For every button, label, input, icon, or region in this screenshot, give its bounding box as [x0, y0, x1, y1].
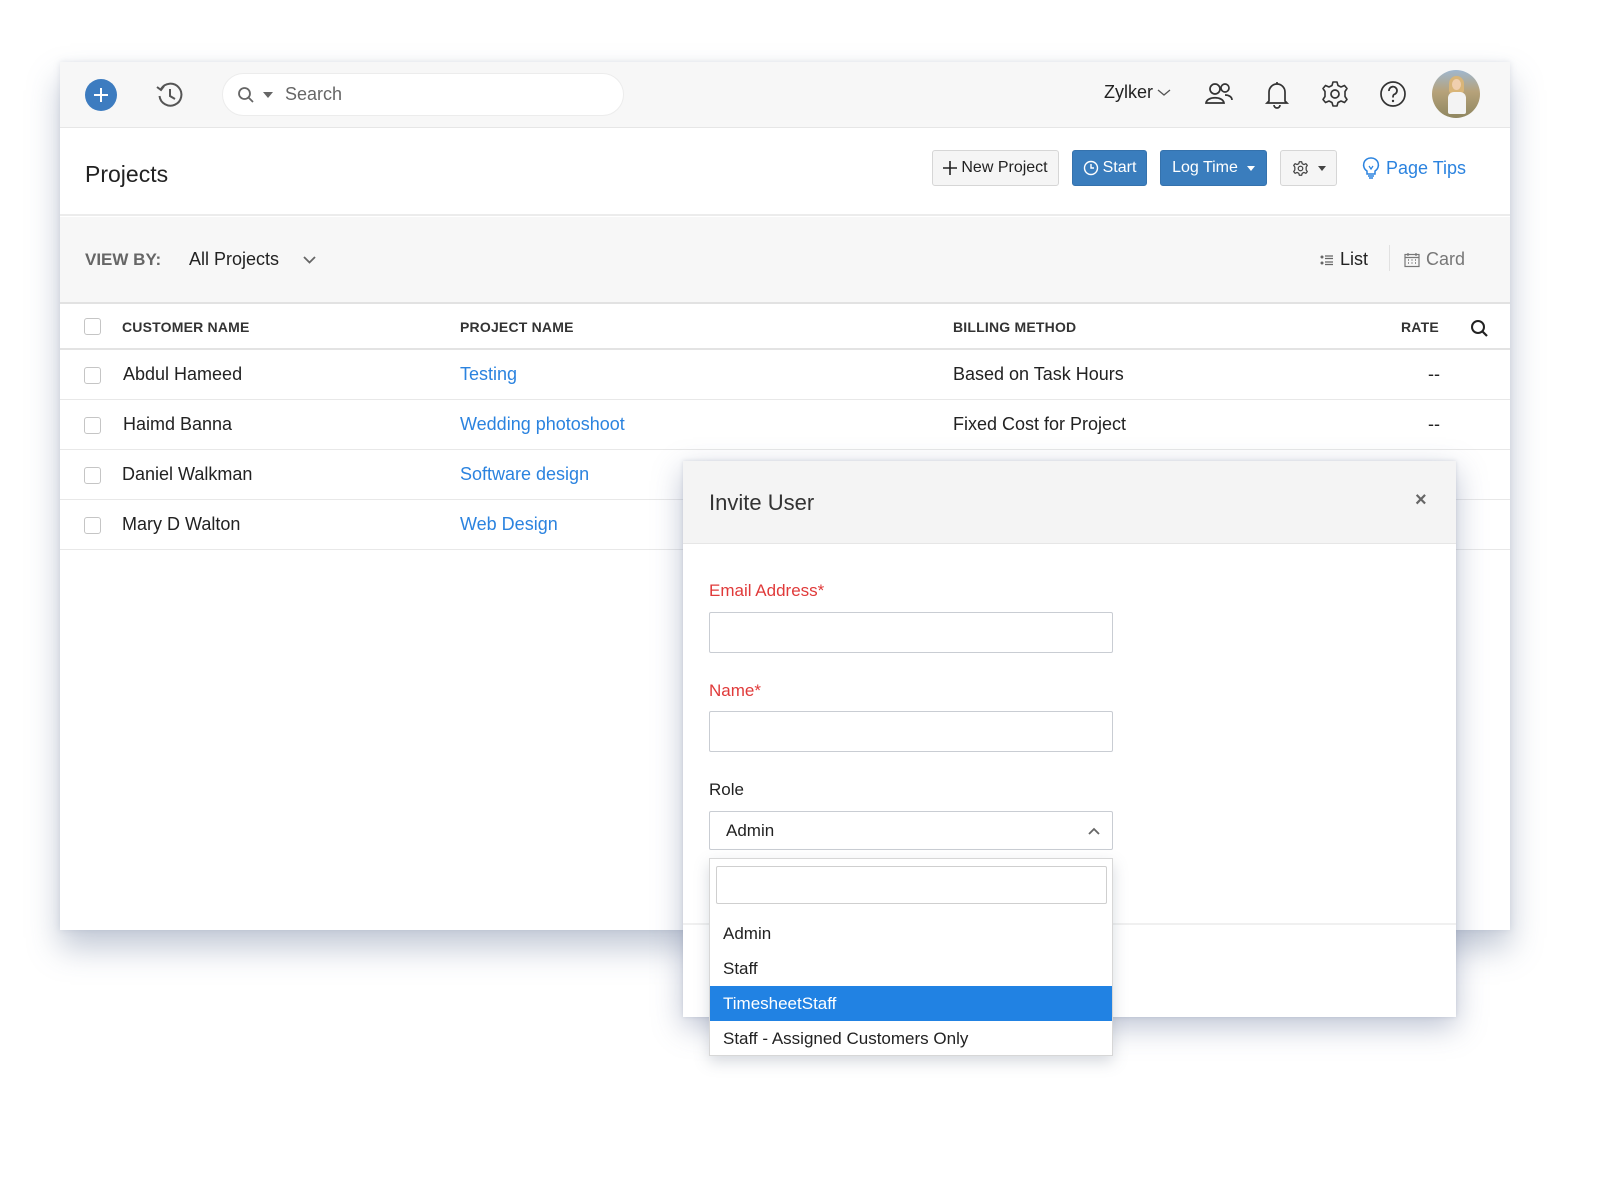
- search-icon: [238, 86, 254, 103]
- role-option-staff-assigned[interactable]: Staff - Assigned Customers Only: [710, 1021, 1112, 1056]
- email-label: Email Address*: [709, 581, 825, 600]
- column-header-rate[interactable]: RATE: [1401, 319, 1439, 335]
- rate: --: [1428, 364, 1440, 384]
- view-by-selected: All Projects: [189, 249, 280, 269]
- page-tips-link[interactable]: Page Tips: [1362, 157, 1466, 179]
- rate: --: [1428, 414, 1440, 434]
- view-by-label: VIEW BY:: [85, 250, 162, 269]
- project-name-link[interactable]: Web Design: [460, 514, 558, 535]
- customer-name: Abdul Hameed: [123, 364, 243, 384]
- users-icon[interactable]: [1204, 79, 1234, 109]
- plus-icon: [94, 88, 108, 102]
- new-project-label: New Project: [961, 159, 1048, 176]
- row-checkbox[interactable]: [84, 517, 101, 534]
- chevron-up-icon: [1088, 827, 1100, 835]
- search-icon[interactable]: [1470, 319, 1489, 338]
- billing-method: Fixed Cost for Project: [953, 414, 1127, 434]
- card-label: Card: [1426, 249, 1466, 269]
- view-toggle-divider: [1389, 245, 1390, 271]
- role-label: Role: [709, 780, 744, 799]
- customer-name: Mary D Walton: [122, 514, 241, 534]
- project-name-link[interactable]: Wedding photoshoot: [460, 414, 625, 435]
- email-field[interactable]: [709, 612, 1113, 653]
- log-time-label: Log Time: [1172, 159, 1238, 176]
- table-row[interactable]: Haimd Banna Wedding photoshoot Fixed Cos…: [60, 400, 1510, 450]
- table-header: CUSTOMER NAME PROJECT NAME BILLING METHO…: [60, 305, 1510, 350]
- start-timer-button[interactable]: Start: [1072, 150, 1147, 186]
- customer-name: Haimd Banna: [123, 414, 233, 434]
- role-option-timesheetstaff[interactable]: TimesheetStaff: [710, 986, 1112, 1021]
- role-search-input[interactable]: [716, 866, 1107, 904]
- role-dropdown-menu: Admin Staff TimesheetStaff Staff - Assig…: [709, 858, 1113, 1056]
- lightbulb-icon: [1362, 157, 1380, 179]
- billing-method: Based on Task Hours: [953, 364, 1124, 384]
- start-label: Start: [1102, 159, 1137, 176]
- avatar-face: [1452, 79, 1461, 90]
- project-name-link[interactable]: Testing: [460, 364, 517, 385]
- help-icon[interactable]: [1378, 79, 1408, 109]
- role-select[interactable]: Admin: [709, 811, 1113, 850]
- avatar[interactable]: [1432, 70, 1480, 118]
- settings-dropdown-button[interactable]: [1280, 150, 1337, 186]
- global-search[interactable]: [222, 73, 624, 116]
- list-label: List: [1340, 249, 1369, 269]
- select-all-checkbox[interactable]: [84, 318, 101, 335]
- row-checkbox[interactable]: [84, 467, 101, 484]
- close-icon[interactable]: ×: [1415, 489, 1427, 512]
- name-field[interactable]: [709, 711, 1113, 752]
- card-view-toggle[interactable]: Card: [1404, 249, 1465, 270]
- role-selected-value: Admin: [726, 820, 775, 840]
- role-option-admin[interactable]: Admin: [710, 916, 1112, 951]
- view-by-dropdown[interactable]: All Projects: [189, 249, 316, 270]
- page-tips-label: Page Tips: [1386, 157, 1467, 178]
- modal-title: Invite User: [709, 490, 815, 515]
- role-option-staff[interactable]: Staff: [710, 951, 1112, 986]
- page-header: Projects New Project Start Log Time Page…: [60, 129, 1510, 216]
- clock-icon: [1083, 160, 1098, 176]
- column-header-customer[interactable]: CUSTOMER NAME: [122, 319, 250, 335]
- column-header-project[interactable]: PROJECT NAME: [460, 319, 574, 335]
- search-input[interactable]: [285, 84, 585, 105]
- row-checkbox[interactable]: [84, 367, 101, 384]
- name-label: Name*: [709, 681, 761, 700]
- chevron-down-icon: [303, 255, 316, 264]
- view-bar: VIEW BY: All Projects List Card: [60, 217, 1510, 304]
- new-project-button[interactable]: New Project: [932, 150, 1059, 186]
- calendar-grid-icon: [1404, 252, 1420, 267]
- table-row[interactable]: Abdul Hameed Testing Based on Task Hours…: [60, 350, 1510, 400]
- caret-down-icon: [1317, 165, 1326, 171]
- list-icon: [1320, 254, 1333, 265]
- project-name-link[interactable]: Software design: [460, 464, 589, 485]
- gear-icon: [1292, 160, 1308, 176]
- org-switcher[interactable]: Zylker: [1104, 82, 1171, 103]
- quick-create-button[interactable]: [85, 79, 117, 111]
- plus-icon: [943, 161, 958, 175]
- column-header-billing[interactable]: BILLING METHOD: [953, 319, 1076, 335]
- gear-icon[interactable]: [1320, 79, 1350, 109]
- page-title: Projects: [85, 161, 169, 187]
- history-icon[interactable]: [155, 80, 185, 110]
- avatar-body: [1448, 92, 1466, 114]
- search-filter-caret-icon[interactable]: [263, 91, 273, 98]
- org-name: Zylker: [1104, 82, 1153, 102]
- caret-down-icon: [1246, 165, 1255, 171]
- modal-header: Invite User ×: [683, 461, 1456, 544]
- row-checkbox[interactable]: [84, 417, 101, 434]
- chevron-down-icon: [1157, 89, 1171, 96]
- bell-icon[interactable]: [1262, 79, 1292, 109]
- top-bar: Zylker: [60, 62, 1510, 128]
- log-time-button[interactable]: Log Time: [1160, 150, 1267, 186]
- customer-name: Daniel Walkman: [122, 464, 253, 484]
- list-view-toggle[interactable]: List: [1320, 249, 1368, 270]
